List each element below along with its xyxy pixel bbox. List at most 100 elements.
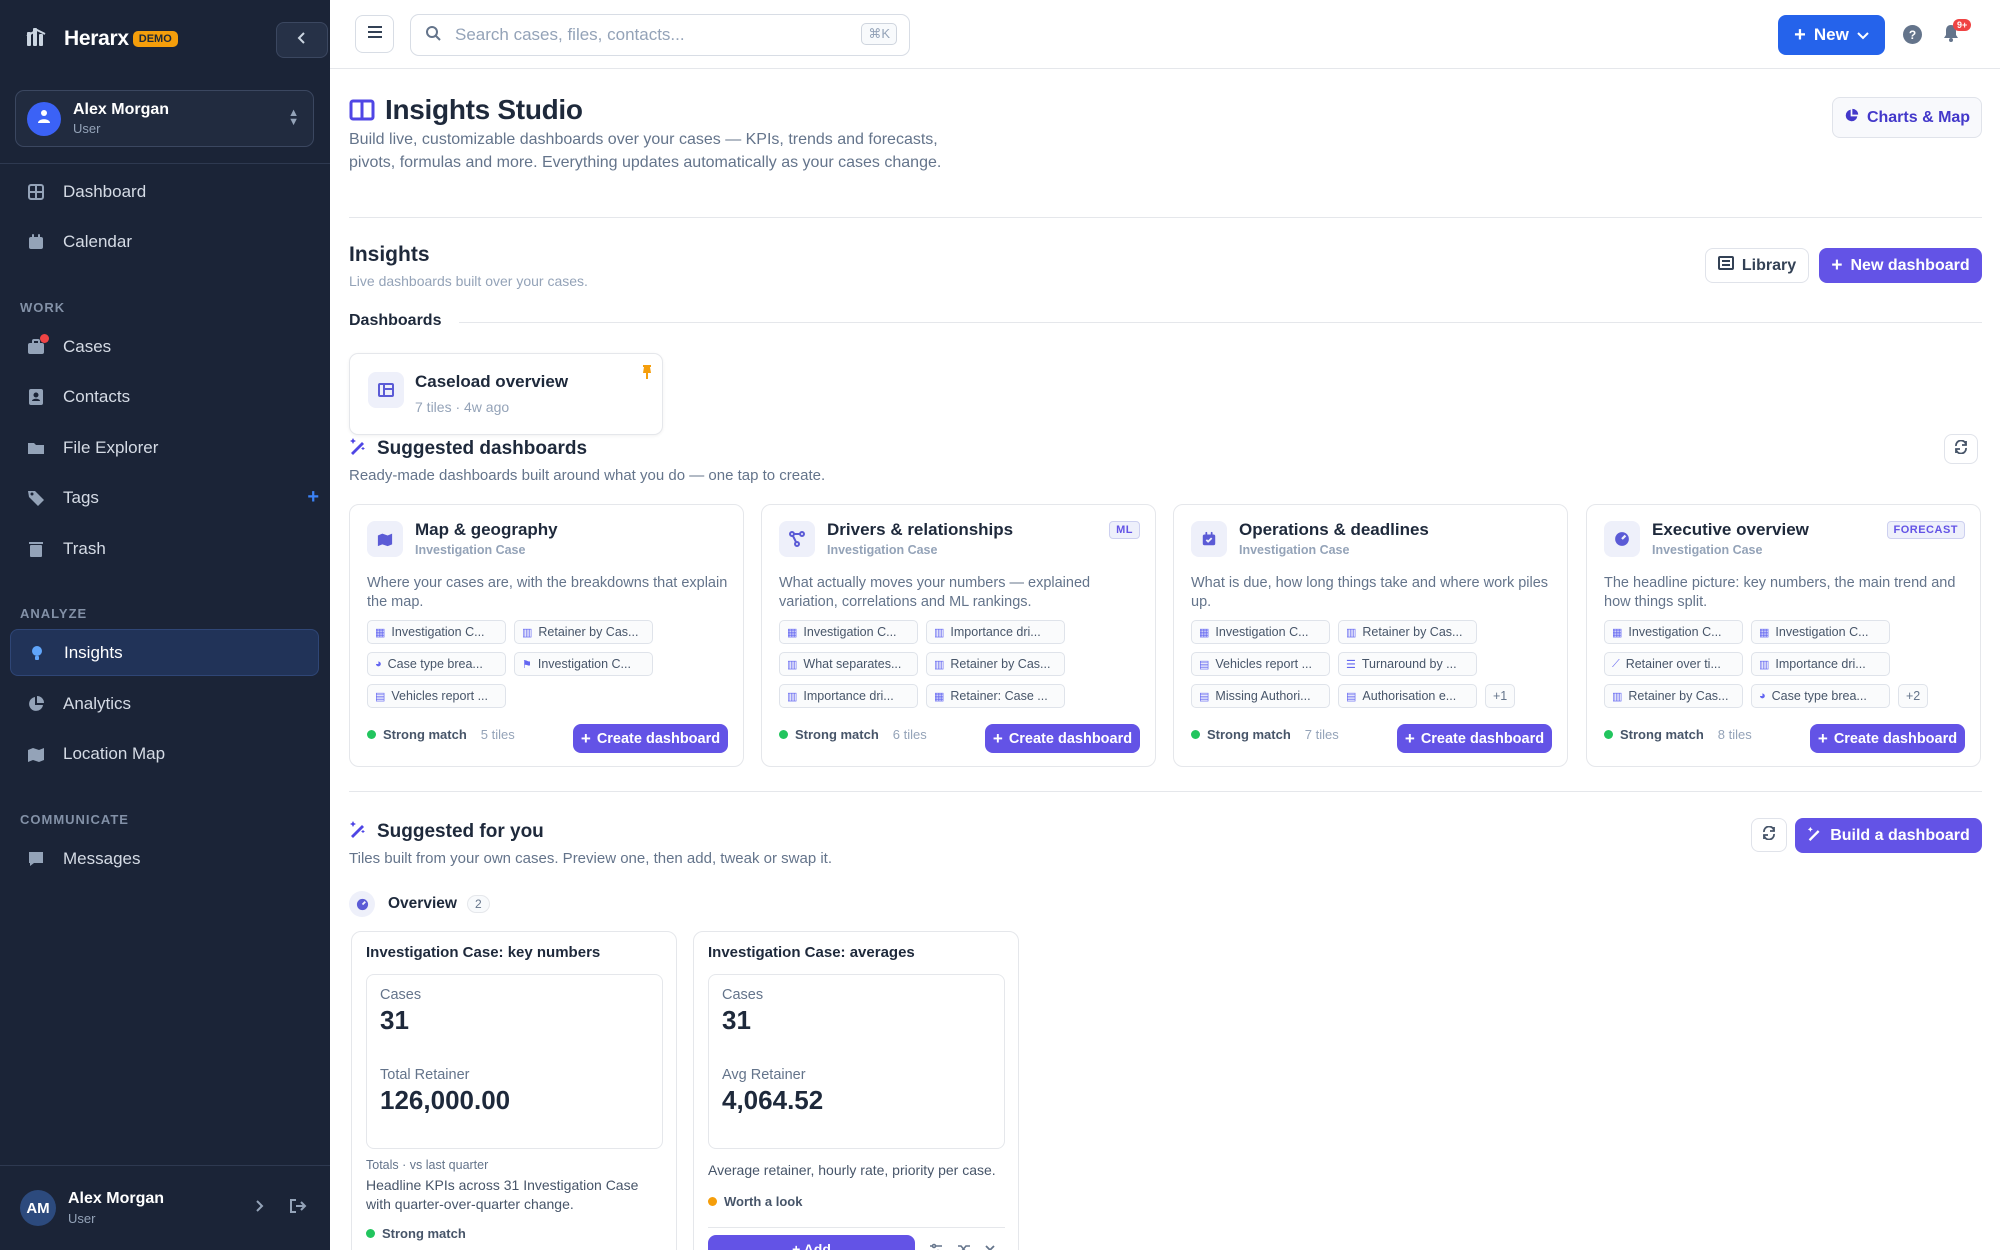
tile-chip[interactable]: ▦ Investigation C... <box>1191 620 1330 644</box>
kpi-label: Total Retainer <box>380 1067 470 1083</box>
suggested-dashboard-card[interactable]: Executive overview Investigation Case FORE… <box>1586 504 1981 767</box>
insights-subtitle: Live dashboards built over your cases. <box>349 273 588 289</box>
tile-chip[interactable]: ▦ Investigation C... <box>779 620 918 644</box>
tile-card[interactable]: Investigation Case: key numbers Cases 31… <box>351 931 677 1250</box>
tile-chip[interactable]: ▥ Retainer by Cas... <box>1338 620 1477 644</box>
suggested-dashboard-card[interactable]: Drivers & relationships Investigation Cas… <box>761 504 1156 767</box>
nav-messages[interactable]: Messages <box>10 835 319 882</box>
map-icon <box>367 521 403 557</box>
collapse-sidebar-button[interactable] <box>276 22 328 58</box>
add-tag-icon[interactable]: + <box>307 486 319 509</box>
tab-overview[interactable]: Overview 2 <box>349 891 490 917</box>
tile-chip[interactable]: ▦ Investigation C... <box>1604 620 1743 644</box>
kpi-value: 31 <box>722 1005 751 1035</box>
pin-icon[interactable] <box>640 364 654 385</box>
briefcase-icon <box>26 333 49 357</box>
tile-chip[interactable]: ▤ Missing Authori... <box>1191 684 1330 708</box>
chip-label: Retainer by Cas... <box>950 657 1051 671</box>
nav-trash[interactable]: Trash <box>10 525 319 572</box>
nav-file-explorer[interactable]: File Explorer <box>10 424 319 471</box>
nav-location-map[interactable]: Location Map <box>10 730 319 777</box>
build-dashboard-button[interactable]: Build a dashboard <box>1795 818 1982 853</box>
tile-chip[interactable]: ▦ Investigation C... <box>1751 620 1890 644</box>
nav-tags[interactable]: Tags + <box>10 474 319 521</box>
shuffle-icon[interactable] <box>957 1242 971 1250</box>
kpi-box: Cases 31 Avg Retainer 4,064.52 <box>708 974 1005 1149</box>
library-button[interactable]: Library <box>1705 248 1809 283</box>
new-button[interactable]: + New <box>1778 15 1885 55</box>
tile-chip[interactable]: ▥ Importance dri... <box>926 620 1065 644</box>
close-icon[interactable] <box>985 1242 995 1250</box>
create-label: Create dashboard <box>596 730 721 747</box>
chip-label: Missing Authori... <box>1215 689 1311 703</box>
tile-chip[interactable]: ▥ Retainer by Cas... <box>926 652 1065 676</box>
tile-chip[interactable]: ▥ Retainer by Cas... <box>1604 684 1743 708</box>
status-dot <box>367 730 376 739</box>
create-dashboard-button[interactable]: + Create dashboard <box>1397 724 1552 753</box>
more-chips-badge[interactable]: +2 <box>1898 684 1929 708</box>
more-chips-badge[interactable]: +1 <box>1485 684 1516 708</box>
nav-label: Cases <box>63 336 112 356</box>
tweak-icon[interactable] <box>929 1242 943 1250</box>
nav-analytics[interactable]: Analytics <box>10 680 319 727</box>
dashboard-card-caseload[interactable]: Caseload overview 7 tiles · 4w ago <box>349 353 663 435</box>
nav-label: Messages <box>63 848 141 868</box>
tile-chip[interactable]: ▤ Vehicles report ... <box>367 684 506 708</box>
tile-chip[interactable]: ▥ Importance dri... <box>1751 652 1890 676</box>
chip-label: Vehicles report ... <box>391 689 488 703</box>
tile-description: Average retainer, hourly rate, priority … <box>708 1162 996 1178</box>
create-dashboard-button[interactable]: + Create dashboard <box>985 724 1140 753</box>
tile-chip[interactable]: ◕ Case type brea... <box>1751 684 1890 708</box>
suggested-dashboards-subtitle: Ready-made dashboards built around what … <box>349 467 826 484</box>
tile-chip[interactable]: ▦ Retainer: Case ... <box>926 684 1065 708</box>
refresh-suggestions-button[interactable] <box>1944 434 1978 464</box>
status-dot <box>779 730 788 739</box>
search-input[interactable] <box>455 25 835 45</box>
search-bar[interactable]: ⌘K <box>410 14 910 56</box>
user-switcher[interactable]: Alex Morgan User ▲ ▼ <box>15 90 314 147</box>
tile-chip[interactable]: ▦ Investigation C... <box>367 620 506 644</box>
nav-dashboard[interactable]: Dashboard <box>10 168 319 215</box>
tile-chip[interactable]: ▥ Retainer by Cas... <box>514 620 653 644</box>
chevron-left-icon <box>295 31 309 50</box>
add-tile-button[interactable]: + Add <box>708 1235 915 1250</box>
tile-chip[interactable]: ☰ Turnaround by ... <box>1338 652 1477 676</box>
tile-card[interactable]: Investigation Case: averages Cases 31 Av… <box>693 931 1019 1250</box>
new-dashboard-button[interactable]: + New dashboard <box>1819 248 1982 283</box>
notifications-button[interactable]: 9+ <box>1943 19 1972 47</box>
card-title: Executive overview <box>1652 520 1809 539</box>
card-tag-badge: ML <box>1109 521 1140 539</box>
sidebar: Herarx DEMO Alex Morgan User ▲ ▼ Dashboar… <box>0 0 330 1250</box>
suggested-dashboards-title: Suggested dashboards <box>377 437 588 459</box>
chip-label: Importance dri... <box>950 625 1041 639</box>
tile-chip[interactable]: ⚑ Investigation C... <box>514 652 653 676</box>
tile-chip[interactable]: ▤ Vehicles report ... <box>1191 652 1330 676</box>
search-shortcut: ⌘K <box>861 23 897 45</box>
chip-icon: ☰ <box>1346 658 1356 671</box>
nav-contacts[interactable]: Contacts <box>10 373 319 420</box>
refresh-icon <box>1954 439 1968 459</box>
suggested-dashboard-card[interactable]: Operations & deadlines Investigation Case… <box>1173 504 1568 767</box>
create-dashboard-button[interactable]: + Create dashboard <box>573 724 728 753</box>
chevron-right-icon[interactable] <box>253 1199 265 1218</box>
brand[interactable]: Herarx DEMO <box>24 22 178 56</box>
tile-chip[interactable]: ▥ What separates... <box>779 652 918 676</box>
tile-chip[interactable]: ⟋ Retainer over ti... <box>1604 652 1743 676</box>
menu-button[interactable] <box>355 15 394 53</box>
match-label: Strong match <box>383 727 467 742</box>
help-icon[interactable]: ? <box>1903 25 1922 44</box>
suggested-dashboard-card[interactable]: Map & geography Investigation Case Where y… <box>349 504 744 767</box>
nav-label: File Explorer <box>63 437 159 457</box>
tile-chip[interactable]: ◕ Case type brea... <box>367 652 506 676</box>
logout-icon[interactable] <box>289 1198 307 1219</box>
brand-name: Herarx <box>64 27 129 50</box>
refresh-tiles-button[interactable] <box>1751 818 1787 852</box>
nav-cases[interactable]: Cases <box>10 323 319 370</box>
tile-chip[interactable]: ▥ Importance dri... <box>779 684 918 708</box>
charts-map-button[interactable]: Charts & Map <box>1832 97 1982 138</box>
tile-chip[interactable]: ▤ Authorisation e... <box>1338 684 1477 708</box>
nav-insights[interactable]: Insights <box>10 629 319 676</box>
nav-calendar[interactable]: Calendar <box>10 218 319 265</box>
sidebar-footer-user[interactable]: AM Alex Morgan User <box>0 1165 330 1250</box>
create-dashboard-button[interactable]: + Create dashboard <box>1810 724 1965 753</box>
